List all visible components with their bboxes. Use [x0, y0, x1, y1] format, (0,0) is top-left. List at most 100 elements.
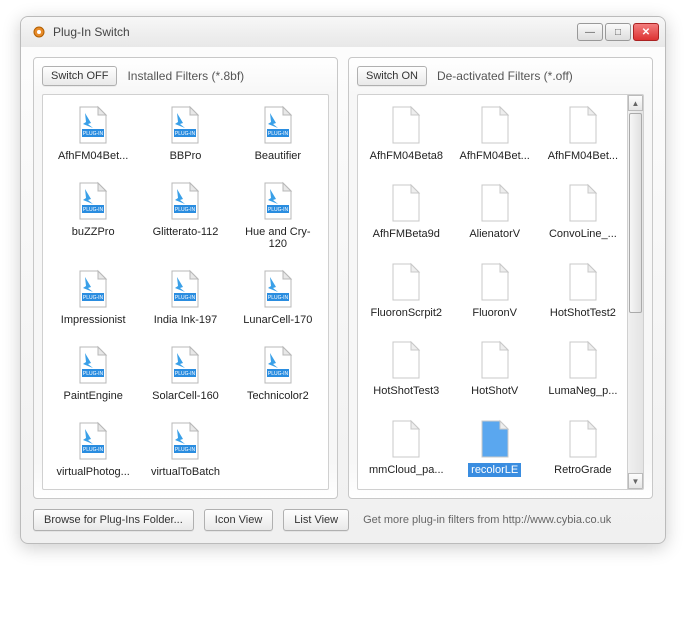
off-file-icon: [478, 262, 512, 302]
file-label: mmCloud_pa...: [366, 463, 447, 477]
plugin-file-icon: PLUG-IN: [168, 269, 202, 309]
icon-view-button[interactable]: Icon View: [204, 509, 274, 531]
file-item[interactable]: AfhFM04Bet...: [539, 105, 627, 165]
plugin-file-icon: PLUG-IN: [261, 345, 295, 385]
file-label: recolorLE: [468, 463, 521, 477]
plugin-file-icon: PLUG-IN: [76, 421, 110, 461]
maximize-button[interactable]: □: [605, 23, 631, 41]
close-button[interactable]: ✕: [633, 23, 659, 41]
scroll-thumb[interactable]: [629, 113, 642, 313]
scroll-track[interactable]: [628, 111, 643, 473]
scroll-up-button[interactable]: ▲: [628, 95, 643, 111]
file-item[interactable]: HotShotTest2: [539, 262, 627, 322]
plugin-file-icon: PLUG-IN: [76, 269, 110, 309]
svg-text:PLUG-IN: PLUG-IN: [83, 295, 104, 301]
file-label: AfhFM04Bet...: [457, 149, 533, 163]
file-label: PaintEngine: [61, 389, 126, 403]
svg-text:PLUG-IN: PLUG-IN: [268, 371, 289, 377]
file-item[interactable]: PLUG-IN virtualPhotog...: [47, 421, 139, 479]
file-label: LumaNeg_p...: [545, 384, 620, 398]
file-item[interactable]: FluoronV: [451, 262, 539, 322]
off-file-icon: [389, 340, 423, 380]
file-item[interactable]: LumaNeg_p...: [539, 340, 627, 400]
file-item[interactable]: FluoronScrpit2: [362, 262, 451, 322]
file-item[interactable]: PLUG-IN buZZPro: [47, 181, 139, 251]
file-label: HotShotV: [468, 384, 521, 398]
file-item[interactable]: PLUG-IN AfhFM04Bet...: [47, 105, 139, 163]
file-item[interactable]: AfhFMBeta9d: [362, 183, 451, 243]
off-file-icon: [389, 262, 423, 302]
svg-text:PLUG-IN: PLUG-IN: [268, 295, 289, 301]
plugin-file-icon: PLUG-IN: [261, 269, 295, 309]
off-file-icon: [566, 105, 600, 145]
file-item[interactable]: RetroGrade: [539, 419, 627, 479]
file-item[interactable]: PLUG-IN Hue and Cry-120: [232, 181, 324, 251]
off-file-icon: [478, 105, 512, 145]
footer: Browse for Plug-Ins Folder... Icon View …: [33, 509, 653, 531]
svg-text:PLUG-IN: PLUG-IN: [175, 207, 196, 213]
plugin-file-icon: PLUG-IN: [261, 105, 295, 145]
titlebar[interactable]: Plug-In Switch — □ ✕: [21, 17, 665, 47]
file-label: AfhFM04Bet...: [55, 149, 131, 163]
deactivated-panel-title: De-activated Filters (*.off): [437, 69, 573, 83]
deactivated-list[interactable]: AfhFM04Beta8 AfhFM04Bet... AfhFM04Bet...…: [357, 94, 644, 490]
file-label: virtualPhotog...: [53, 465, 132, 479]
file-item[interactable]: PLUG-IN India Ink-197: [139, 269, 231, 327]
file-label: FluoronV: [469, 306, 520, 320]
file-label: virtualToBatch: [148, 465, 223, 479]
file-label: AfhFM04Bet...: [545, 149, 621, 163]
installed-panel-header: Switch OFF Installed Filters (*.8bf): [42, 66, 329, 86]
svg-text:PLUG-IN: PLUG-IN: [268, 207, 289, 213]
off-file-icon: [566, 183, 600, 223]
installed-panel: Switch OFF Installed Filters (*.8bf) PLU…: [33, 57, 338, 499]
svg-text:PLUG-IN: PLUG-IN: [175, 371, 196, 377]
scroll-down-button[interactable]: ▼: [628, 473, 643, 489]
window-controls: — □ ✕: [577, 23, 659, 41]
file-item[interactable]: mmCloud_pa...: [362, 419, 451, 479]
scrollbar[interactable]: ▲ ▼: [627, 95, 643, 489]
file-item[interactable]: HotShotTest3: [362, 340, 451, 400]
plugin-file-icon: PLUG-IN: [76, 181, 110, 221]
plugin-file-icon: PLUG-IN: [261, 181, 295, 221]
minimize-button[interactable]: —: [577, 23, 603, 41]
plugin-file-icon: PLUG-IN: [168, 105, 202, 145]
file-label: AfhFM04Beta8: [367, 149, 446, 163]
file-item[interactable]: PLUG-IN BBPro: [139, 105, 231, 163]
file-label: RetroGrade: [551, 463, 614, 477]
plugin-file-icon: PLUG-IN: [76, 345, 110, 385]
file-item[interactable]: recolorLE: [451, 419, 539, 479]
footer-link[interactable]: Get more plug-in filters from http://www…: [363, 514, 611, 526]
switch-off-button[interactable]: Switch OFF: [42, 66, 117, 86]
list-view-button[interactable]: List View: [283, 509, 349, 531]
file-item[interactable]: PLUG-IN Glitterato-112: [139, 181, 231, 251]
file-item[interactable]: PLUG-IN Impressionist: [47, 269, 139, 327]
file-item[interactable]: PLUG-IN PaintEngine: [47, 345, 139, 403]
file-item[interactable]: PLUG-IN Technicolor2: [232, 345, 324, 403]
plugin-file-icon: PLUG-IN: [168, 421, 202, 461]
file-label: buZZPro: [69, 225, 118, 239]
file-item[interactable]: PLUG-IN virtualToBatch: [139, 421, 231, 479]
file-item[interactable]: AfhFM04Bet...: [451, 105, 539, 165]
file-item[interactable]: AlienatorV: [451, 183, 539, 243]
content-area: Switch OFF Installed Filters (*.8bf) PLU…: [21, 47, 665, 543]
file-label: LunarCell-170: [240, 313, 315, 327]
svg-text:PLUG-IN: PLUG-IN: [175, 131, 196, 137]
file-label: SolarCell-160: [149, 389, 222, 403]
file-item[interactable]: PLUG-IN Beautifier: [232, 105, 324, 163]
svg-text:PLUG-IN: PLUG-IN: [83, 207, 104, 213]
file-label: Glitterato-112: [150, 225, 222, 239]
file-item[interactable]: ConvoLine_...: [539, 183, 627, 243]
browse-button[interactable]: Browse for Plug-Ins Folder...: [33, 509, 194, 531]
file-label: ConvoLine_...: [546, 227, 620, 241]
file-item[interactable]: HotShotV: [451, 340, 539, 400]
file-label: AlienatorV: [466, 227, 523, 241]
svg-text:PLUG-IN: PLUG-IN: [175, 447, 196, 453]
off-file-icon: [566, 262, 600, 302]
file-item[interactable]: PLUG-IN SolarCell-160: [139, 345, 231, 403]
switch-on-button[interactable]: Switch ON: [357, 66, 427, 86]
installed-list[interactable]: PLUG-IN AfhFM04Bet... PLUG-IN BBPro PLUG…: [42, 94, 329, 490]
file-item[interactable]: PLUG-IN LunarCell-170: [232, 269, 324, 327]
file-label: India Ink-197: [151, 313, 221, 327]
deactivated-panel: Switch ON De-activated Filters (*.off) A…: [348, 57, 653, 499]
file-item[interactable]: AfhFM04Beta8: [362, 105, 451, 165]
